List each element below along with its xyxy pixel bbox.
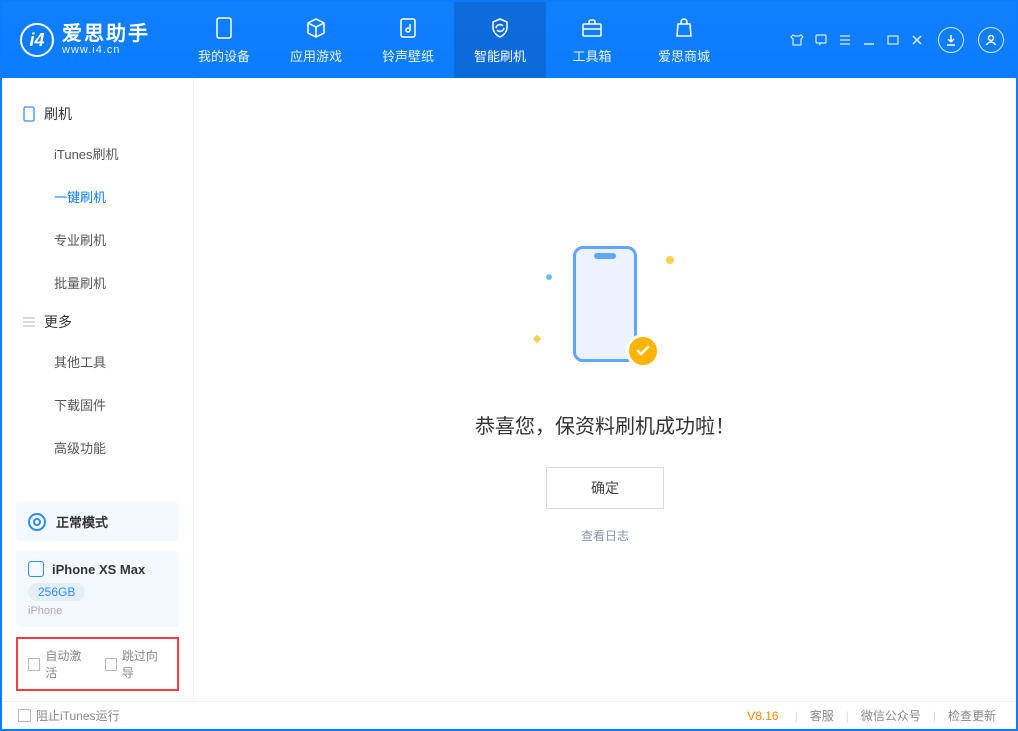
tab-label: 工具箱	[572, 46, 611, 65]
sidebar: 刷机 iTunes刷机 一键刷机 专业刷机 批量刷机 更多 其他工具 下载固件 …	[2, 78, 194, 701]
mode-icon	[28, 513, 46, 531]
toolbox-icon	[580, 16, 604, 40]
tab-label: 铃声壁纸	[382, 46, 434, 65]
maximize-icon[interactable]	[886, 33, 900, 47]
sidebar-item-advanced[interactable]: 高级功能	[2, 426, 193, 469]
phone-outline-icon	[22, 107, 36, 121]
header: i4 爱思助手 www.i4.cn 我的设备 应用游戏 铃声壁纸 智能刷机 工具…	[2, 2, 1016, 78]
sidebar-group-more: 更多	[2, 304, 193, 340]
sidebar-item-pro-flash[interactable]: 专业刷机	[2, 218, 193, 261]
app-logo: i4 爱思助手 www.i4.cn	[20, 23, 150, 57]
footer: 阻止iTunes运行 V8.16 | 客服 | 微信公众号 | 检查更新	[2, 701, 1016, 729]
refresh-shield-icon	[488, 16, 512, 40]
device-mode-card[interactable]: 正常模式	[16, 502, 179, 541]
sidebar-item-oneclick-flash[interactable]: 一键刷机	[2, 175, 193, 218]
close-icon[interactable]	[910, 33, 924, 47]
app-url: www.i4.cn	[62, 44, 150, 56]
music-file-icon	[396, 16, 420, 40]
tab-label: 爱思商城	[658, 46, 710, 65]
logo-badge-icon: i4	[20, 23, 54, 57]
checkbox-icon	[28, 658, 40, 671]
tab-apps-games[interactable]: 应用游戏	[270, 2, 362, 78]
device-icon	[28, 561, 44, 577]
sidebar-item-other-tools[interactable]: 其他工具	[2, 340, 193, 383]
footer-link-service[interactable]: 客服	[806, 707, 838, 724]
group-title-label: 刷机	[44, 104, 72, 124]
window-controls	[790, 33, 924, 47]
header-tabs: 我的设备 应用游戏 铃声壁纸 智能刷机 工具箱 爱思商城	[178, 2, 730, 78]
tab-label: 智能刷机	[474, 46, 526, 65]
sidebar-item-download-firmware[interactable]: 下载固件	[2, 383, 193, 426]
tab-label: 应用游戏	[290, 46, 342, 65]
mode-label: 正常模式	[56, 512, 108, 531]
feedback-icon[interactable]	[814, 33, 828, 47]
success-illustration	[530, 236, 680, 386]
version-label: V8.16	[747, 709, 778, 723]
account-button[interactable]	[978, 27, 1004, 53]
menu-icon[interactable]	[838, 33, 852, 47]
device-card[interactable]: iPhone XS Max 256GB iPhone	[16, 551, 179, 627]
tab-label: 我的设备	[198, 46, 250, 65]
checkbox-label: 自动激活	[45, 647, 90, 681]
tab-ringtone-wallpaper[interactable]: 铃声壁纸	[362, 2, 454, 78]
group-title-label: 更多	[44, 312, 72, 332]
cube-icon	[304, 16, 328, 40]
download-button[interactable]	[938, 27, 964, 53]
list-icon	[22, 315, 36, 329]
checkbox-skip-wizard[interactable]: 跳过向导	[105, 647, 168, 681]
sidebar-item-itunes-flash[interactable]: iTunes刷机	[2, 132, 193, 175]
app-name: 爱思助手	[62, 24, 150, 44]
check-badge-icon	[626, 334, 660, 368]
checkbox-label: 跳过向导	[122, 647, 167, 681]
checkbox-label: 阻止iTunes运行	[36, 707, 120, 724]
sidebar-item-batch-flash[interactable]: 批量刷机	[2, 261, 193, 304]
phone-icon	[212, 16, 236, 40]
device-type: iPhone	[28, 605, 167, 617]
footer-link-update[interactable]: 检查更新	[944, 707, 1000, 724]
tab-store[interactable]: 爱思商城	[638, 2, 730, 78]
bag-icon	[672, 16, 696, 40]
device-capacity: 256GB	[28, 583, 85, 601]
checkbox-auto-activate[interactable]: 自动激活	[28, 647, 91, 681]
tab-toolbox[interactable]: 工具箱	[546, 2, 638, 78]
view-log-link[interactable]: 查看日志	[581, 527, 629, 544]
checkbox-icon	[18, 709, 31, 722]
checkbox-block-itunes[interactable]: 阻止iTunes运行	[18, 707, 120, 724]
tab-smart-flash[interactable]: 智能刷机	[454, 2, 546, 78]
ok-button[interactable]: 确定	[546, 467, 664, 509]
shirt-icon[interactable]	[790, 33, 804, 47]
tab-my-device[interactable]: 我的设备	[178, 2, 270, 78]
checkbox-icon	[105, 658, 117, 671]
footer-link-wechat[interactable]: 微信公众号	[857, 707, 925, 724]
main-content: 恭喜您，保资料刷机成功啦！ 确定 查看日志	[194, 78, 1016, 701]
sidebar-group-flash: 刷机	[2, 96, 193, 132]
success-message: 恭喜您，保资料刷机成功啦！	[475, 410, 735, 439]
device-name: iPhone XS Max	[52, 562, 145, 577]
options-row: 自动激活 跳过向导	[16, 637, 179, 691]
minimize-icon[interactable]	[862, 33, 876, 47]
